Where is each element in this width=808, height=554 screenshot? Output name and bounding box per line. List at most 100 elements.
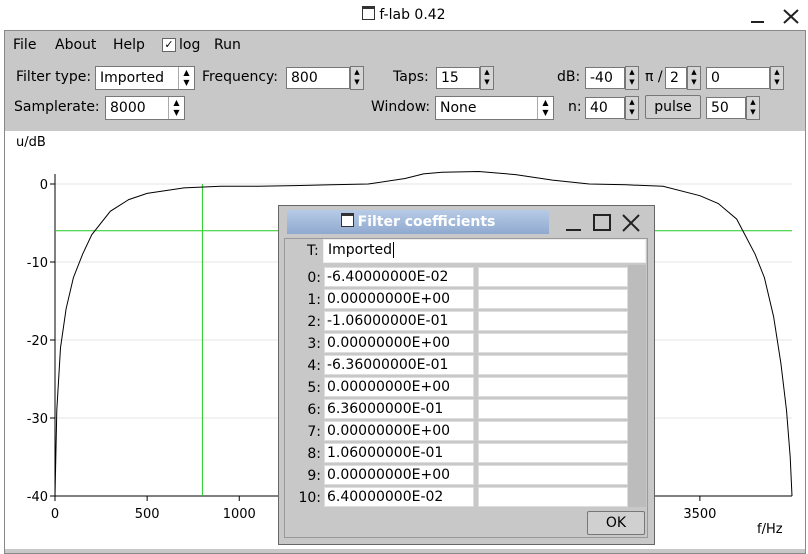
coefficient-value[interactable]: 0.00000000E+00: [324, 421, 474, 441]
frequency-input[interactable]: 800: [286, 67, 350, 89]
y-tick-label: -20: [27, 334, 48, 349]
menu-run[interactable]: Run: [214, 37, 241, 53]
taps-input[interactable]: 15: [436, 67, 480, 89]
coefficient-extra-field[interactable]: [478, 267, 628, 287]
frequency-spinner[interactable]: ▲ ▼: [350, 66, 364, 90]
select-arrows-icon: ▲ ▼: [168, 97, 184, 119]
x-tick-label: 0: [51, 507, 59, 522]
pulse-button[interactable]: pulse: [645, 95, 701, 119]
coefficient-index: 5:: [307, 380, 321, 396]
y-tick-label: -10: [27, 256, 48, 271]
ok-button[interactable]: OK: [587, 511, 645, 535]
coefficient-row: 3: 0.00000000E+00: [279, 333, 654, 355]
db-label: dB:: [557, 69, 581, 85]
filter-type-label: Filter type:: [16, 69, 92, 85]
window-titlebar: f-lab 0.42: [0, 0, 808, 30]
coefficient-value[interactable]: 1.06000000E-01: [324, 443, 474, 463]
coefficient-extra-field[interactable]: [478, 465, 628, 485]
coefficient-value[interactable]: 0.00000000E+00: [324, 333, 474, 353]
menu-help[interactable]: Help: [113, 37, 145, 53]
coefficient-row: 9: 0.00000000E+00: [279, 465, 654, 487]
coefficient-extra-field[interactable]: [478, 399, 628, 419]
frequency-label: Frequency:: [202, 69, 279, 85]
coefficient-extra-field[interactable]: [478, 311, 628, 331]
window-select[interactable]: None ▲ ▼: [435, 96, 554, 120]
db-spinner[interactable]: ▲ ▼: [625, 66, 639, 90]
window-icon: [362, 6, 376, 20]
samplerate-select[interactable]: 8000 ▲ ▼: [105, 96, 185, 120]
coefficient-value[interactable]: 0.00000000E+00: [324, 465, 474, 485]
y-tick-label: -40: [27, 490, 48, 505]
coefficient-extra-field[interactable]: [478, 421, 628, 441]
coefficient-row: 6: 6.36000000E-01: [279, 399, 654, 421]
window-value: None: [440, 100, 477, 116]
dialog-titlebar: Filter coefficients: [287, 210, 549, 234]
phase-input[interactable]: 0: [706, 67, 770, 89]
menu-file[interactable]: File: [13, 37, 36, 53]
db-input[interactable]: -40: [585, 67, 625, 89]
coefficient-row: 5: 0.00000000E+00: [279, 377, 654, 399]
coefficient-value[interactable]: -1.06000000E-01: [324, 311, 474, 331]
filter-coefficients-dialog: Filter coefficients T: Imported 0: -6.400…: [278, 205, 655, 545]
coefficient-extra-field[interactable]: [478, 487, 628, 507]
coefficient-value[interactable]: 0.00000000E+00: [324, 289, 474, 309]
coefficient-row: 1: 0.00000000E+00: [279, 289, 654, 311]
t-label: T:: [307, 243, 319, 259]
log-checkbox-label: log: [179, 37, 201, 53]
coefficient-index: 4:: [307, 358, 321, 374]
samplerate-value: 8000: [110, 100, 146, 116]
pulse-input[interactable]: 50: [706, 97, 746, 119]
x-tick-label: 1000: [223, 507, 256, 522]
coefficient-row: 4: -6.36000000E-01: [279, 355, 654, 377]
pi-divisor-spinner[interactable]: ▲ ▼: [687, 66, 701, 90]
coefficient-index: 9:: [307, 468, 321, 484]
phase-spinner[interactable]: ▲ ▼: [770, 66, 784, 90]
coefficient-row: 0: -6.40000000E-02: [279, 267, 654, 289]
coefficient-value[interactable]: -6.36000000E-01: [324, 355, 474, 375]
n-label: n:: [568, 99, 582, 115]
coefficient-scrollbar[interactable]: [628, 265, 646, 507]
x-tick-label: 500: [135, 507, 160, 522]
n-spinner[interactable]: ▲ ▼: [625, 96, 639, 120]
window-title-text: f-lab 0.42: [379, 7, 446, 23]
dialog-window-icon: [340, 213, 354, 227]
coefficient-index: 3:: [307, 336, 321, 352]
coefficient-row: 8: 1.06000000E-01: [279, 443, 654, 465]
window-label: Window:: [371, 99, 431, 115]
coefficient-extra-field[interactable]: [478, 333, 628, 353]
coefficient-extra-field[interactable]: [478, 355, 628, 375]
y-axis-label: u/dB: [16, 135, 46, 150]
select-arrows-icon: ▲ ▼: [178, 67, 194, 89]
t-input[interactable]: Imported: [323, 239, 646, 263]
coefficient-value[interactable]: 6.40000000E-02: [324, 487, 474, 507]
window-title: f-lab 0.42: [0, 6, 808, 23]
text-cursor: [392, 242, 394, 258]
n-input[interactable]: 40: [585, 97, 625, 119]
coefficient-index: 10:: [298, 490, 321, 506]
coefficient-index: 0:: [307, 270, 321, 286]
x-tick-label: 3500: [683, 507, 716, 522]
coefficient-index: 2:: [307, 314, 321, 330]
dialog-controls: [566, 214, 640, 232]
coefficient-extra-field[interactable]: [478, 377, 628, 397]
t-value: Imported: [328, 242, 392, 258]
coefficient-extra-field[interactable]: [478, 443, 628, 463]
pulse-spinner[interactable]: ▲ ▼: [746, 96, 760, 120]
log-checkbox[interactable]: ✓: [162, 38, 176, 52]
coefficient-row: 7: 0.00000000E+00: [279, 421, 654, 443]
window-controls: [751, 9, 799, 24]
coefficient-value[interactable]: 6.36000000E-01: [324, 399, 474, 419]
taps-spinner[interactable]: ▲ ▼: [480, 66, 494, 90]
coefficient-extra-field[interactable]: [478, 289, 628, 309]
coefficient-value[interactable]: -6.40000000E-02: [324, 267, 474, 287]
filter-type-select[interactable]: Imported ▲ ▼: [95, 66, 195, 90]
menu-about[interactable]: About: [55, 37, 96, 53]
pi-divisor-input[interactable]: 2: [665, 67, 687, 89]
coefficient-index: 8:: [307, 446, 321, 462]
x-axis-label: f/Hz: [757, 522, 783, 537]
samplerate-label: Samplerate:: [14, 99, 100, 115]
coefficient-value[interactable]: 0.00000000E+00: [324, 377, 474, 397]
coefficient-row: 10: 6.40000000E-02: [279, 487, 654, 509]
select-arrows-icon: ▲ ▼: [537, 97, 553, 119]
dialog-maximize-icon[interactable]: [593, 214, 611, 231]
